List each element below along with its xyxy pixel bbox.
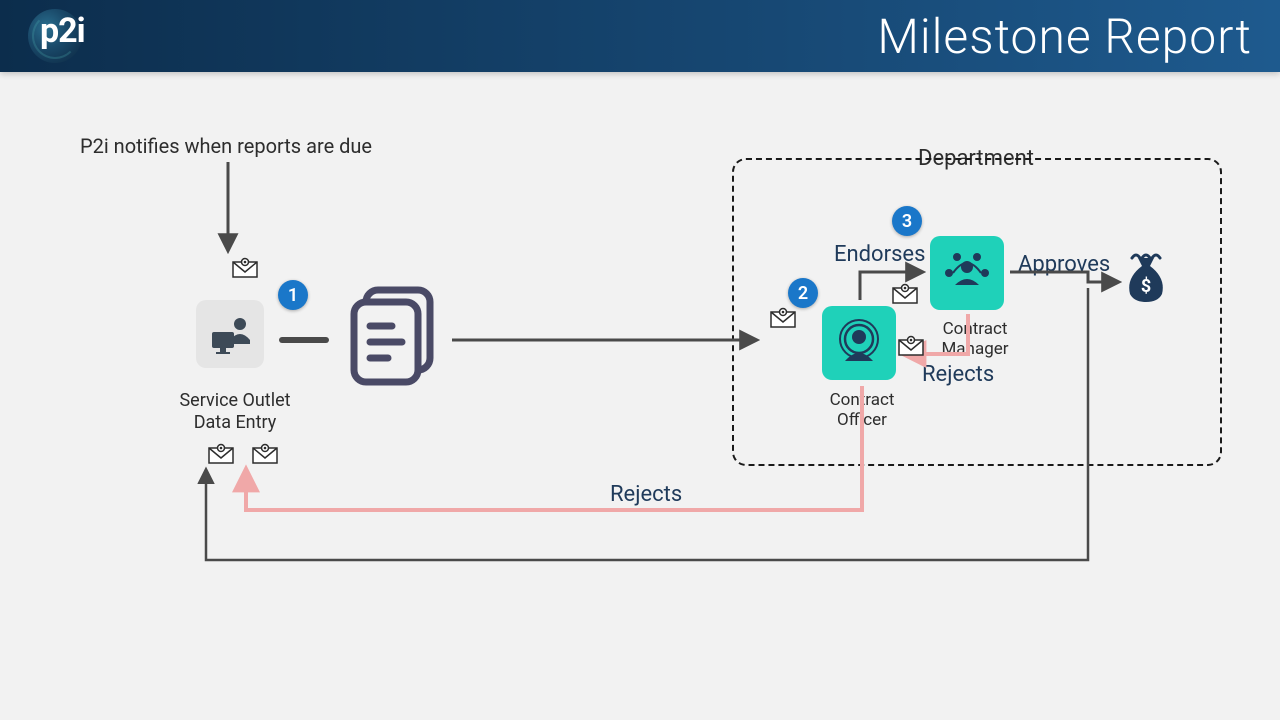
envelope-icon [898,336,924,356]
contract-officer-icon [831,315,887,371]
service-outlet-label: Service Outlet Data Entry [155,390,315,433]
badge-3: 3 [892,206,922,236]
service-outlet-line1: Service Outlet [179,390,290,411]
logo-text: p2i [40,11,85,51]
workstation-icon [206,310,254,358]
envelope-icon [892,284,918,304]
contract-manager-icon [939,245,995,301]
contract-manager-tile [930,236,1004,310]
svg-text:$: $ [1141,276,1151,297]
envelope-icon [252,444,278,464]
envelope-icon [208,444,234,464]
department-box [732,158,1222,466]
service-outlet-line2: Data Entry [194,412,277,433]
p2i-logo: p2i [28,9,82,63]
service-outlet-tile [196,300,264,368]
money-bag-icon: $ [1122,250,1170,302]
header-bar: p2i Milestone Report [0,0,1280,72]
envelope-icon [770,308,796,328]
page-title: Milestone Report [877,8,1252,65]
diagram-canvas: P2i notifies when reports are due Servic… [0,72,1280,720]
contract-officer-tile [822,306,896,380]
badge-1: 1 [278,280,308,310]
envelope-icon [232,258,258,278]
badge-2: 2 [788,278,818,308]
rejects-co-label: Rejects [610,482,682,507]
notify-label: P2i notifies when reports are due [80,134,372,158]
documents-icon [340,282,450,392]
